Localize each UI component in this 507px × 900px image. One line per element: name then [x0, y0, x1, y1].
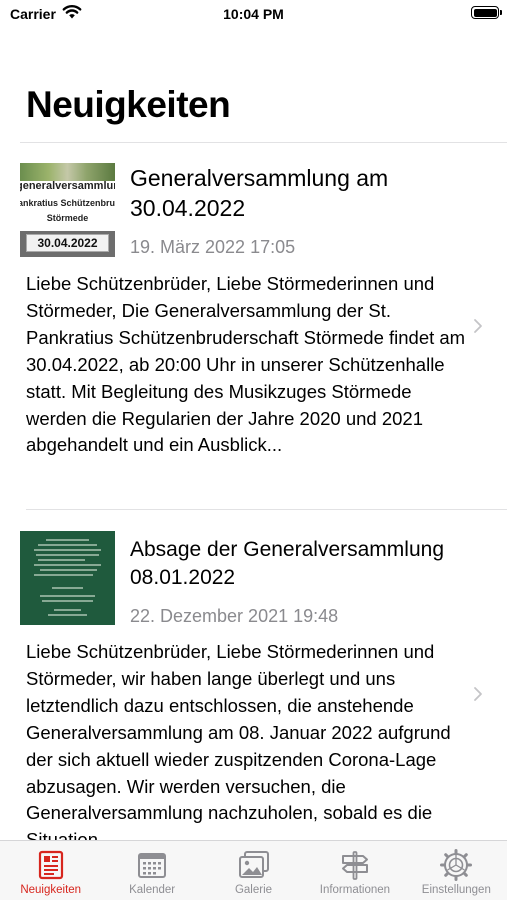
signpost-icon: [341, 851, 368, 880]
chevron-right-icon: [474, 687, 482, 701]
news-thumbnail: generalversammlung Pankratius Schützenbr…: [20, 163, 115, 257]
news-item[interactable]: generalversammlung Pankratius Schützenbr…: [0, 143, 507, 509]
thumb-date: 30.04.2022: [26, 234, 109, 252]
news-excerpt: Liebe Schützenbrüder, Liebe Störmederinn…: [26, 641, 451, 840]
tab-label: Informationen: [319, 884, 391, 896]
thumb-text-line: Störmede: [46, 213, 89, 223]
newspaper-icon: [38, 850, 63, 880]
tab-bar: Neuigkeiten Kalender Galerie Information…: [0, 840, 507, 900]
news-list[interactable]: generalversammlung Pankratius Schützenbr…: [0, 143, 507, 840]
thumb-text-line: generalversammlung: [20, 180, 115, 192]
news-thumbnail: [20, 531, 115, 625]
status-bar: Carrier 10:04 PM: [0, 0, 507, 30]
chevron-right-icon: [474, 319, 482, 333]
tab-einstellungen[interactable]: Einstellungen: [406, 841, 507, 900]
tab-informationen[interactable]: Informationen: [304, 841, 405, 900]
news-title: Generalversammlung am 30.04.2022: [130, 165, 389, 221]
battery-icon: [471, 6, 502, 19]
news-item[interactable]: Absage der Generalversammlung 08.01.2022…: [0, 510, 507, 840]
tab-galerie[interactable]: Galerie: [203, 841, 304, 900]
status-time: 10:04 PM: [223, 6, 284, 22]
news-date: 22. Dezember 2021 19:48: [130, 606, 339, 626]
news-title: Absage der Generalversammlung 08.01.2022: [130, 538, 444, 589]
calendar-icon: [138, 853, 167, 878]
tab-neuigkeiten[interactable]: Neuigkeiten: [0, 841, 101, 900]
tab-label: Galerie: [234, 884, 273, 896]
tab-label: Einstellungen: [421, 884, 491, 896]
tab-label: Neuigkeiten: [20, 884, 82, 896]
news-date: 19. März 2022 17:05: [130, 237, 296, 257]
tab-kalender[interactable]: Kalender: [101, 841, 202, 900]
gear-icon: [440, 849, 473, 881]
tab-label: Kalender: [129, 884, 176, 896]
thumb-text-line: Pankratius Schützenbruder: [20, 198, 115, 208]
news-excerpt: Liebe Schützenbrüder, Liebe Störmederinn…: [26, 273, 466, 456]
photos-icon: [238, 851, 269, 878]
page-title: Neuigkeiten: [26, 84, 231, 125]
